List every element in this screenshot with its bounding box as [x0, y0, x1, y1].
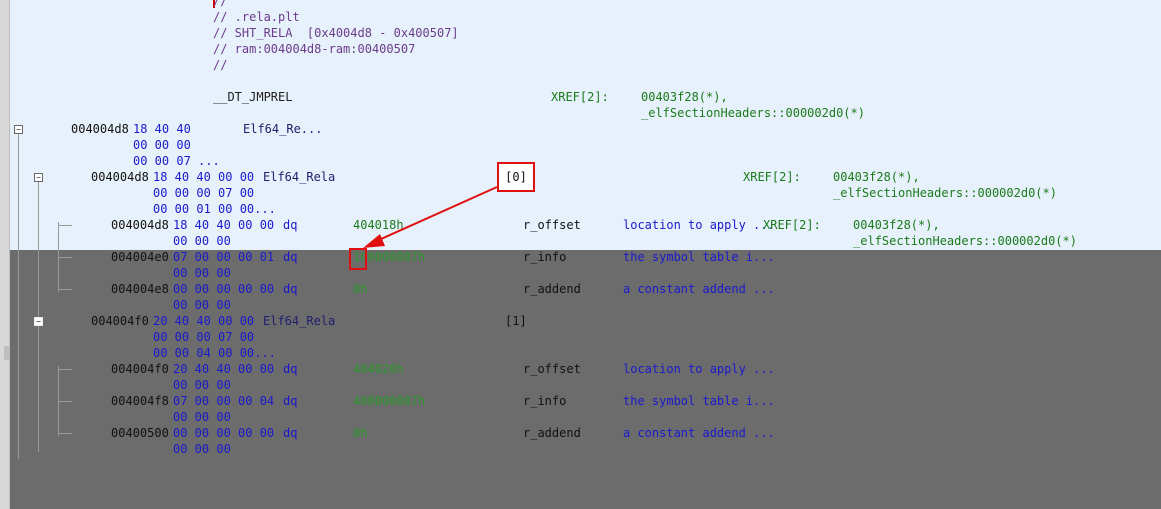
arrow-icon [363, 186, 498, 248]
highlight-box [349, 248, 367, 270]
